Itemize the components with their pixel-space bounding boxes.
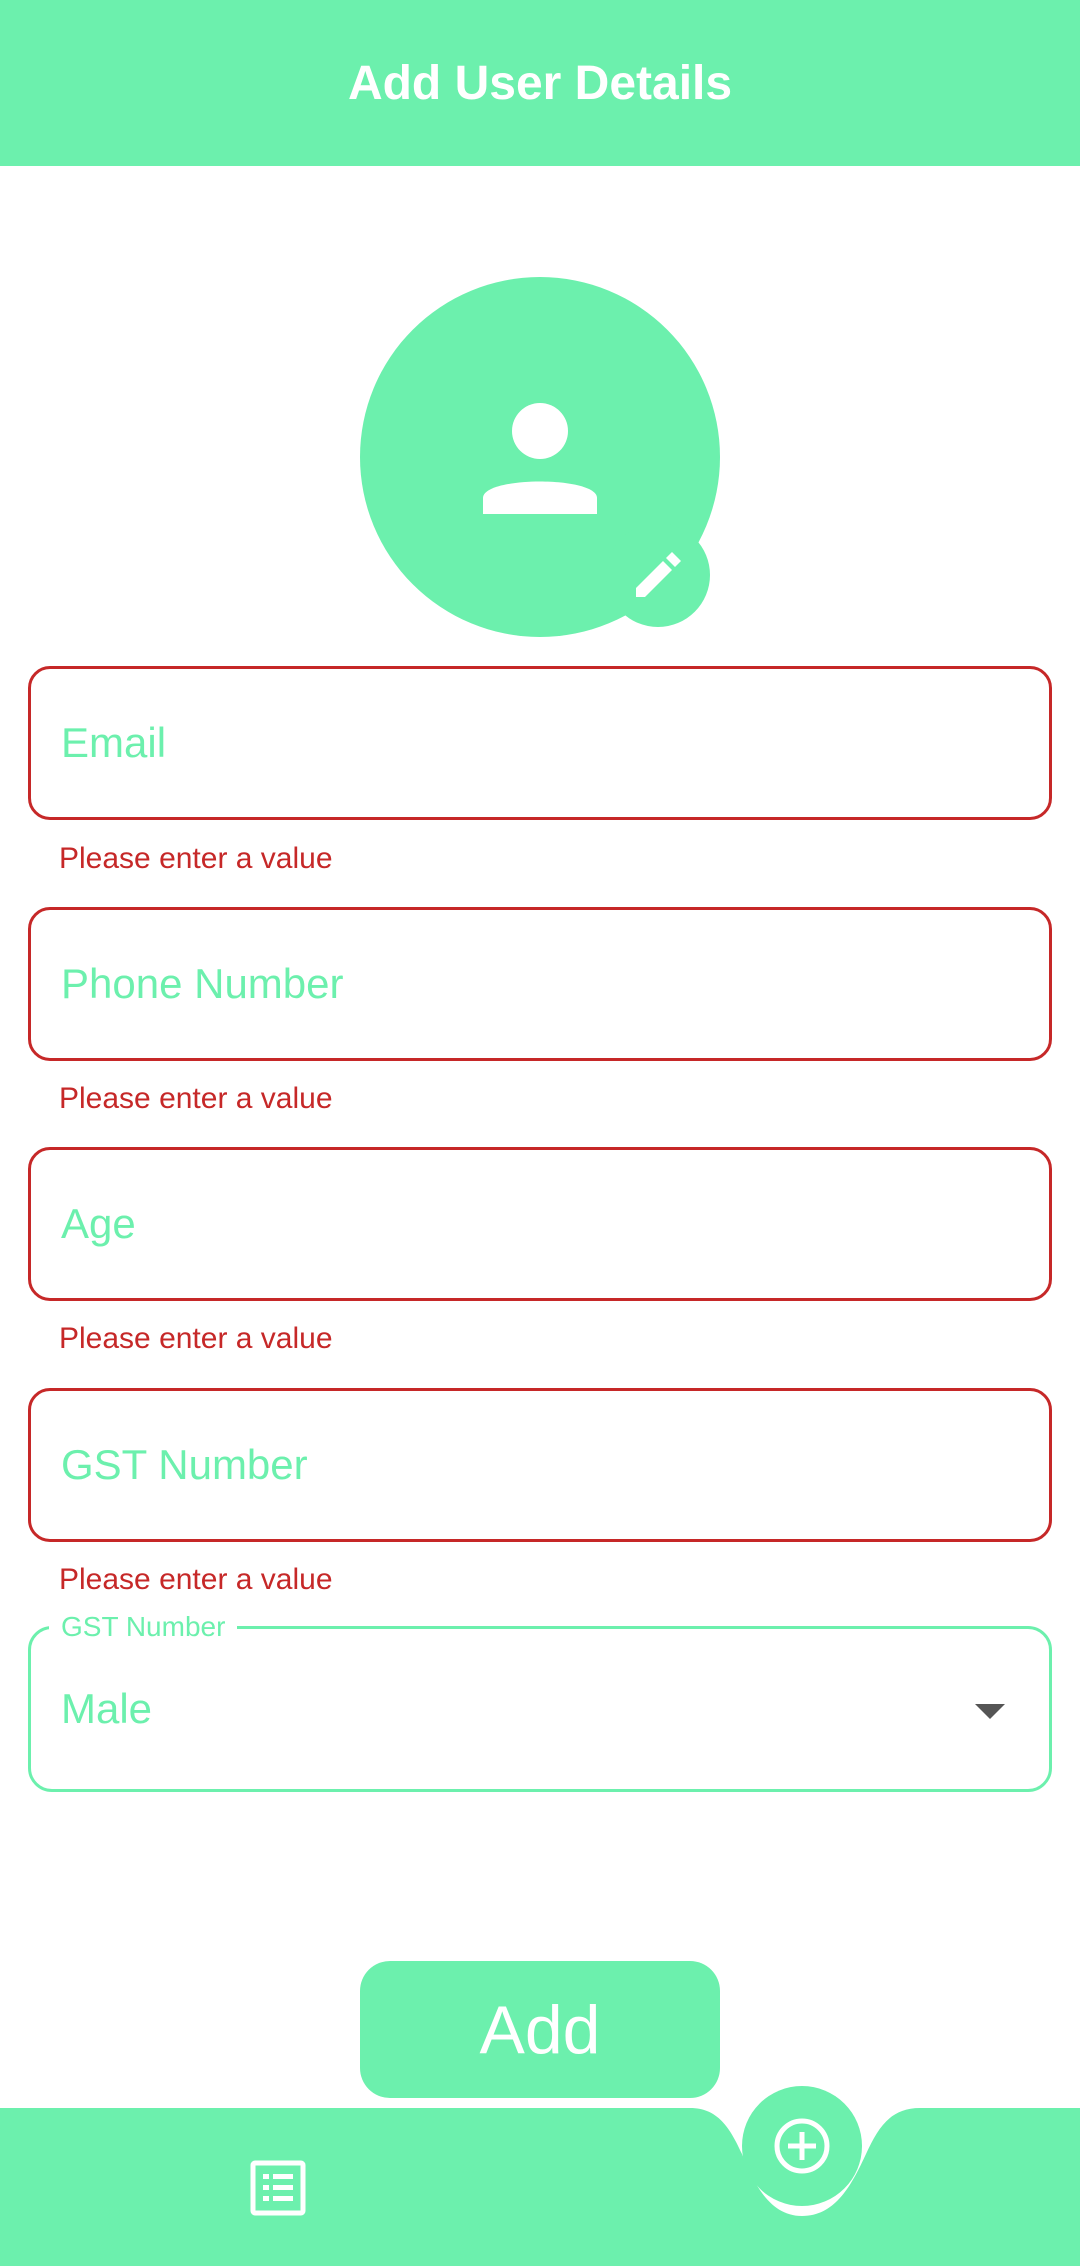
add-circle-icon xyxy=(774,2118,830,2174)
gst-number-error: Please enter a value xyxy=(59,1563,333,1596)
age-error: Please enter a value xyxy=(59,1322,333,1355)
gender-dropdown[interactable]: GST Number Male xyxy=(28,1609,1052,1792)
phone-field-container xyxy=(28,907,1052,1061)
add-fab-button[interactable] xyxy=(742,2086,862,2206)
app-bar: Add User Details xyxy=(0,0,1080,166)
person-icon xyxy=(483,403,597,514)
add-button[interactable]: Add xyxy=(360,1961,720,2098)
email-error: Please enter a value xyxy=(59,842,333,875)
gst-number-field[interactable] xyxy=(61,1391,1021,1539)
list-icon xyxy=(250,2160,306,2216)
gst-field-container xyxy=(28,1388,1052,1542)
phone-number-error: Please enter a value xyxy=(59,1082,333,1115)
edit-avatar-button[interactable] xyxy=(606,523,710,627)
age-field[interactable] xyxy=(61,1150,1021,1298)
page-title: Add User Details xyxy=(347,56,733,110)
email-field[interactable] xyxy=(61,669,1021,817)
list-nav-button[interactable] xyxy=(240,2150,316,2226)
phone-number-field[interactable] xyxy=(61,910,1021,1058)
dropdown-selected-value: Male xyxy=(61,1685,153,1732)
dropdown-arrow-icon xyxy=(975,1704,1005,1719)
email-field-container xyxy=(28,666,1052,820)
age-field-container xyxy=(28,1147,1052,1301)
bottom-nav-bar xyxy=(0,2108,1080,2266)
pencil-icon xyxy=(636,552,681,597)
